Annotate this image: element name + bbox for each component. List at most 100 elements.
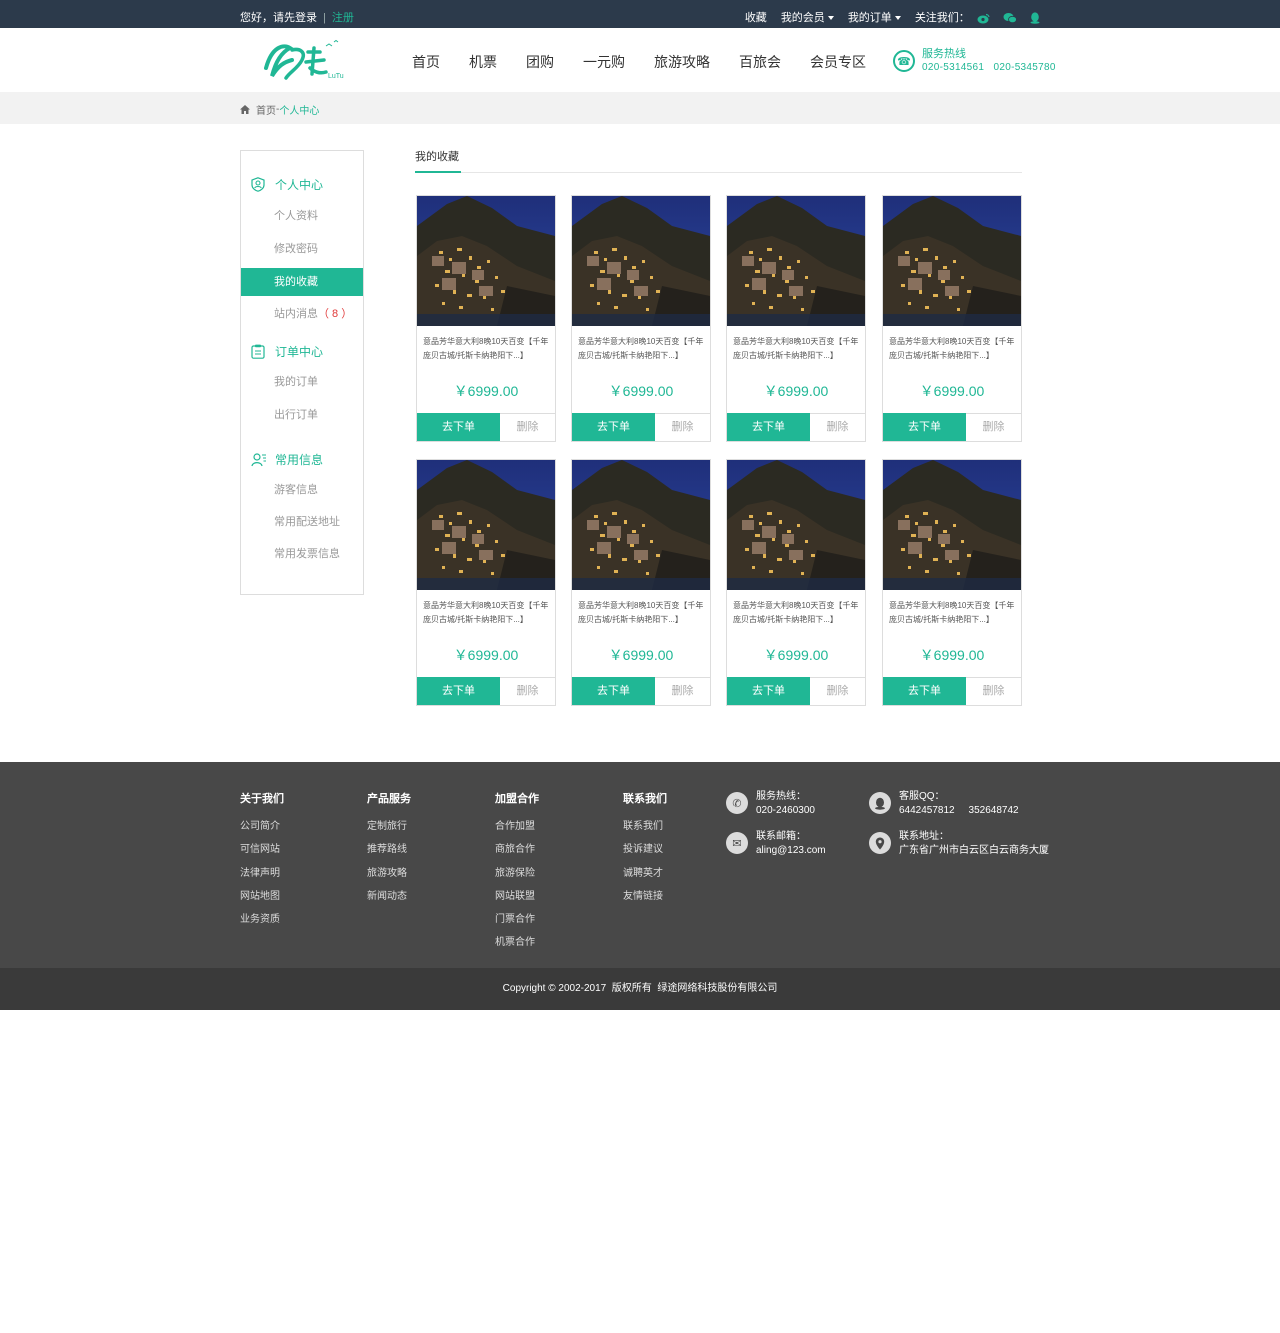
footer-link[interactable]: 网站地图 [240,885,284,908]
nav-bailuhui[interactable]: 百旅会 [739,52,781,72]
email-address[interactable]: aling@123.com [756,844,826,858]
favorite-card[interactable]: 意品芳华意大利8晚10天百变【千年庞贝古城/托斯卡纳艳阳下...】 ￥6999.0… [882,459,1022,706]
order-button[interactable]: 去下单 [417,413,500,441]
footer-col-about: 关于我们 公司简介 可信网站 法律声明 网站地图 业务资质 [240,790,284,931]
sidebar-item-my-orders[interactable]: 我的订单 [241,368,363,396]
favorite-card[interactable]: 意品芳华意大利8晚10天百变【千年庞贝古城/托斯卡纳艳阳下...】 ￥6999.0… [571,459,711,706]
footer-link[interactable]: 机票合作 [495,931,539,954]
footer-link[interactable]: 投诉建议 [623,838,667,861]
product-image[interactable] [883,196,1021,326]
product-title[interactable]: 意品芳华意大利8晚10天百变【千年庞贝古城/托斯卡纳艳阳下...】 [733,599,861,627]
product-title[interactable]: 意品芳华意大利8晚10天百变【千年庞贝古城/托斯卡纳艳阳下...】 [423,599,551,627]
favorite-card[interactable]: 意品芳华意大利8晚10天百变【千年庞贝古城/托斯卡纳艳阳下...】 ￥6999.0… [726,459,866,706]
nav-flights[interactable]: 机票 [469,52,497,72]
product-title[interactable]: 意品芳华意大利8晚10天百变【千年庞贝古城/托斯卡纳艳阳下...】 [578,335,706,363]
product-title[interactable]: 意品芳华意大利8晚10天百变【千年庞贝古城/托斯卡纳艳阳下...】 [423,335,551,363]
qq-icon[interactable] [1030,12,1040,24]
section-personal-center: 个人中心 [251,176,323,193]
weibo-icon[interactable] [977,13,990,24]
sidebar-item-favorites[interactable]: 我的收藏 [241,268,363,296]
footer-link[interactable]: 业务资质 [240,908,284,931]
footer-link[interactable]: 友情链接 [623,885,667,908]
sidebar-item-delivery-address[interactable]: 常用配送地址 [241,508,363,536]
product-image[interactable] [417,196,555,326]
footer-link[interactable]: 旅游保险 [495,862,539,885]
favorite-card[interactable]: 意品芳华意大利8晚10天百变【千年庞贝古城/托斯卡纳艳阳下...】 ￥6999.0… [571,195,711,442]
footer-link[interactable]: 法律声明 [240,862,284,885]
delete-button[interactable]: 删除 [810,413,865,441]
delete-button[interactable]: 删除 [655,413,710,441]
favorite-card[interactable]: 意品芳华意大利8晚10天百变【千年庞贝古城/托斯卡纳艳阳下...】 ￥6999.0… [416,195,556,442]
order-button[interactable]: 去下单 [572,677,655,705]
my-orders-menu[interactable]: 我的订单 [848,9,901,25]
footer-link[interactable]: 网站联盟 [495,885,539,908]
product-image[interactable] [883,460,1021,590]
order-button[interactable]: 去下单 [727,677,810,705]
order-button[interactable]: 去下单 [883,413,966,441]
footer-col-title: 加盟合作 [495,793,539,805]
product-title[interactable]: 意品芳华意大利8晚10天百变【千年庞贝古城/托斯卡纳艳阳下...】 [733,335,861,363]
product-title[interactable]: 意品芳华意大利8晚10天百变【千年庞贝古城/托斯卡纳艳阳下...】 [578,599,706,627]
product-image[interactable] [572,196,710,326]
favorite-card[interactable]: 意品芳华意大利8晚10天百变【千年庞贝古城/托斯卡纳艳阳下...】 ￥6999.0… [416,459,556,706]
product-image[interactable] [727,460,865,590]
sidebar-item-invoice-info[interactable]: 常用发票信息 [241,540,363,568]
main-nav: 首页 机票 团购 一元购 旅游攻略 百旅会 会员专区 [412,52,895,72]
footer-link[interactable]: 公司简介 [240,815,284,838]
footer-link[interactable]: 商旅合作 [495,838,539,861]
footer-link[interactable]: 旅游攻略 [367,862,411,885]
lutu-logo[interactable]: LuTu [262,38,352,84]
my-membership-menu[interactable]: 我的会员 [781,9,834,25]
delete-button[interactable]: 删除 [655,677,710,705]
sidebar-item-change-password[interactable]: 修改密码 [241,235,363,263]
delete-button[interactable]: 删除 [500,677,555,705]
favorite-card[interactable]: 意品芳华意大利8晚10天百变【千年庞贝古城/托斯卡纳艳阳下...】 ￥6999.0… [882,195,1022,442]
delete-button[interactable]: 删除 [810,677,865,705]
sidebar-item-messages[interactable]: 站内消息（ 8 ） [241,300,363,328]
footer-link[interactable]: 诚聘英才 [623,862,667,885]
copyright-bar: Copyright © 2002-2017 版权所有 绿途网络科技股份有限公司 [0,968,1280,1010]
favorite-card[interactable]: 意品芳华意大利8晚10天百变【千年庞贝古城/托斯卡纳艳阳下...】 ￥6999.0… [726,195,866,442]
delete-button[interactable]: 删除 [966,413,1021,441]
register-link[interactable]: 注册 [332,12,354,24]
footer-address: 联系地址： 广东省广州市白云区白云商务大厦 [869,830,1049,858]
favorites-link[interactable]: 收藏 [745,9,767,25]
wechat-icon[interactable] [1003,12,1017,24]
footer-link[interactable]: 新闻动态 [367,885,411,908]
footer-link[interactable]: 定制旅行 [367,815,411,838]
nav-one-yuan[interactable]: 一元购 [583,52,625,72]
footer-link[interactable]: 联系我们 [623,815,667,838]
footer-link[interactable]: 合作加盟 [495,815,539,838]
product-title[interactable]: 意品芳华意大利8晚10天百变【千年庞贝古城/托斯卡纳艳阳下...】 [889,335,1017,363]
nav-group-buy[interactable]: 团购 [526,52,554,72]
nav-home[interactable]: 首页 [412,52,440,72]
destination-photo [727,460,865,590]
sidebar-item-travel-orders[interactable]: 出行订单 [241,401,363,429]
address-text: 广东省广州市白云区白云商务大厦 [899,845,1049,856]
delete-button[interactable]: 删除 [966,677,1021,705]
delete-button[interactable]: 删除 [500,413,555,441]
sidebar-item-traveler-info[interactable]: 游客信息 [241,476,363,504]
order-button[interactable]: 去下单 [727,413,810,441]
product-title[interactable]: 意品芳华意大利8晚10天百变【千年庞贝古城/托斯卡纳艳阳下...】 [889,599,1017,627]
order-button[interactable]: 去下单 [417,677,500,705]
footer-link[interactable]: 门票合作 [495,908,539,931]
order-button[interactable]: 去下单 [572,413,655,441]
breadcrumb-home[interactable]: 首页 [256,102,276,117]
sidebar-item-profile[interactable]: 个人资料 [241,202,363,230]
footer-link[interactable]: 可信网站 [240,838,284,861]
nav-travel-guide[interactable]: 旅游攻略 [654,52,710,72]
destination-photo [417,196,555,326]
nav-member-zone[interactable]: 会员专区 [810,52,866,72]
footer-link[interactable]: 推荐路线 [367,838,411,861]
footer-col-products: 产品服务 定制旅行 推荐路线 旅游攻略 新闻动态 [367,790,411,908]
order-button[interactable]: 去下单 [883,677,966,705]
product-image[interactable] [417,460,555,590]
section-common-info: 常用信息 [251,451,323,468]
product-price: ￥6999.00 [453,647,519,663]
greeting-text[interactable]: 您好，请先登录 [240,12,317,24]
destination-photo [883,460,1021,590]
product-image[interactable] [727,196,865,326]
product-image[interactable] [572,460,710,590]
footer-col-partners: 加盟合作 合作加盟 商旅合作 旅游保险 网站联盟 门票合作 机票合作 [495,790,539,955]
